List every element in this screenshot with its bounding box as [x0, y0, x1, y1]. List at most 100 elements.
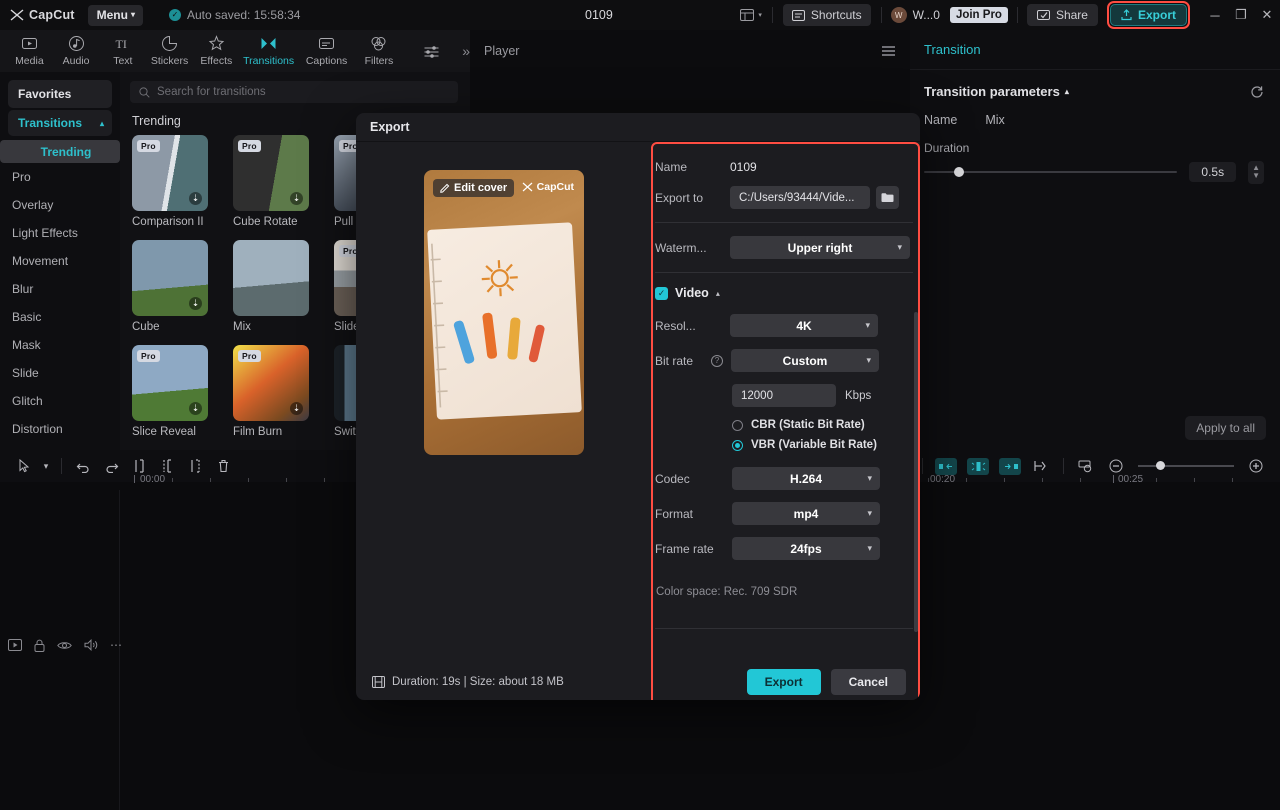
vbr-radio[interactable]: [732, 440, 743, 451]
sidebar-item-movement[interactable]: Movement: [0, 247, 120, 275]
format-select[interactable]: mp4 ▾: [732, 502, 880, 525]
layout-switch-button[interactable]: ▾: [730, 9, 772, 21]
help-icon[interactable]: ?: [711, 355, 723, 367]
reset-icon[interactable]: [1250, 85, 1264, 99]
share-button[interactable]: Share: [1027, 4, 1098, 26]
minimize-button[interactable]: ─: [1202, 0, 1228, 30]
download-icon[interactable]: ⇣: [189, 297, 202, 310]
cover-paper-art: [427, 222, 582, 419]
section-title-row[interactable]: Transition parameters ▴: [924, 84, 1069, 99]
sidebar-item-mask[interactable]: Mask: [0, 331, 120, 359]
close-button[interactable]: ✕: [1254, 0, 1280, 30]
export-path-input[interactable]: C:/Users/93444/Vide...: [730, 186, 870, 209]
account-area[interactable]: W W...0 Join Pro: [891, 7, 1008, 23]
maximize-button[interactable]: ❐: [1228, 0, 1254, 30]
chevron-down-icon: ▾: [867, 508, 872, 519]
audio-icon: [68, 35, 85, 52]
ruler-tick: [1042, 478, 1043, 482]
download-icon[interactable]: ⇣: [189, 402, 202, 415]
join-pro-button[interactable]: Join Pro: [950, 7, 1008, 23]
name-input[interactable]: 0109: [730, 160, 757, 174]
tab-stickers[interactable]: Stickers: [146, 35, 193, 67]
colorspace-text: Color space: Rec. 709 SDR: [656, 586, 913, 598]
sidebar-item-glitch[interactable]: Glitch: [0, 387, 120, 415]
menu-button[interactable]: Menu ▾: [88, 5, 143, 26]
shortcuts-button[interactable]: Shortcuts: [783, 4, 871, 26]
tab-mix[interactable]: Mix: [985, 113, 1004, 127]
more-tabs-button[interactable]: »: [462, 43, 470, 59]
track-preview-icon[interactable]: [8, 639, 22, 651]
slider-handle[interactable]: [954, 167, 964, 177]
codec-select[interactable]: H.264 ▾: [732, 467, 880, 490]
watermark-value: Upper right: [788, 241, 853, 255]
sidebar-group-transitions[interactable]: Transitions ▴: [8, 110, 112, 136]
divider: [655, 628, 913, 629]
sidebar-item-favorites[interactable]: Favorites: [8, 80, 112, 108]
dialog-export-button[interactable]: Export: [747, 669, 821, 695]
chevron-up-icon: ▴: [100, 119, 104, 128]
edit-cover-button[interactable]: Edit cover: [433, 179, 514, 197]
sidebar-item-light-effects[interactable]: Light Effects: [0, 219, 120, 247]
sidebar-item-blur[interactable]: Blur: [0, 275, 120, 303]
tab-media[interactable]: Media: [6, 35, 53, 67]
export-button[interactable]: Export: [1110, 4, 1187, 26]
eye-icon[interactable]: [57, 640, 72, 651]
watermark-select[interactable]: Upper right ▾: [730, 236, 910, 259]
search-transitions-input[interactable]: Search for transitions: [130, 81, 458, 103]
tab-name[interactable]: Name: [924, 113, 957, 127]
zoom-handle[interactable]: [1156, 461, 1165, 470]
keyboard-icon: [792, 10, 805, 21]
tab-transitions[interactable]: Transitions: [240, 35, 298, 67]
zoom-slider[interactable]: [1138, 460, 1234, 472]
transition-item[interactable]: Pro ⇣ Cube Rotate: [233, 135, 323, 228]
transition-item[interactable]: ⇣ Cube: [132, 240, 222, 333]
framerate-select[interactable]: 24fps ▾: [732, 537, 880, 560]
sidebar-item-trending[interactable]: Trending: [0, 140, 120, 163]
bitrate-number-input[interactable]: 12000: [732, 384, 836, 407]
tab-effects[interactable]: Effects: [193, 35, 240, 67]
duration-slider[interactable]: [924, 165, 1177, 179]
hamburger-icon[interactable]: [881, 45, 896, 57]
tab-audio[interactable]: Audio: [53, 35, 100, 67]
vbr-option[interactable]: VBR (Variable Bit Rate): [732, 439, 913, 451]
transition-item[interactable]: Pro ⇣ Slice Reveal: [132, 345, 222, 438]
sidebar-item-distortion[interactable]: Distortion: [0, 415, 120, 443]
transition-item[interactable]: Pro ⇣ Comparison II: [132, 135, 222, 228]
check-circle-icon: ✓: [169, 9, 181, 21]
settings-scrollbar[interactable]: [914, 312, 918, 632]
resolution-select[interactable]: 4K ▾: [730, 314, 878, 337]
lock-icon[interactable]: [34, 639, 45, 652]
apply-to-all-button[interactable]: Apply to all: [1185, 416, 1266, 440]
duration-value[interactable]: 0.5s: [1189, 162, 1236, 182]
video-checkbox[interactable]: ✓: [655, 287, 668, 300]
cbr-radio[interactable]: [732, 420, 743, 431]
captions-icon: [318, 35, 335, 52]
pro-badge: Pro: [238, 350, 261, 362]
chevron-up-icon[interactable]: ▴: [716, 289, 720, 298]
tab-adjustment[interactable]: Adjustmen: [402, 43, 460, 60]
folder-icon[interactable]: [876, 186, 899, 209]
bitrate-select[interactable]: Custom ▾: [731, 349, 879, 372]
tab-text[interactable]: TI Text: [99, 35, 146, 67]
duration-stepper[interactable]: ▲ ▼: [1248, 161, 1264, 184]
edit-cover-label: Edit cover: [454, 182, 507, 194]
divider: [772, 7, 773, 23]
download-icon[interactable]: ⇣: [290, 402, 303, 415]
sidebar-item-pro[interactable]: Pro: [0, 163, 120, 191]
name-label: Name: [655, 160, 730, 174]
sidebar-item-slide[interactable]: Slide: [0, 359, 120, 387]
volume-icon[interactable]: [84, 639, 98, 651]
download-icon[interactable]: ⇣: [290, 192, 303, 205]
more-icon[interactable]: ⋯: [110, 638, 122, 652]
sidebar-item-overlay[interactable]: Overlay: [0, 191, 120, 219]
sidebar-item-basic[interactable]: Basic: [0, 303, 120, 331]
tab-captions[interactable]: Captions: [298, 35, 356, 67]
tab-filters[interactable]: Filters: [356, 35, 403, 67]
download-icon[interactable]: ⇣: [189, 192, 202, 205]
transition-item[interactable]: Pro ⇣ Film Burn: [233, 345, 323, 438]
cbr-option[interactable]: CBR (Static Bit Rate): [732, 419, 913, 431]
export-settings-form: Name 0109 Export to C:/Users/93444/Vide.…: [655, 160, 913, 660]
transition-item[interactable]: Mix: [233, 240, 323, 333]
chevron-down-icon: ▾: [758, 11, 762, 19]
dialog-cancel-button[interactable]: Cancel: [831, 669, 906, 695]
